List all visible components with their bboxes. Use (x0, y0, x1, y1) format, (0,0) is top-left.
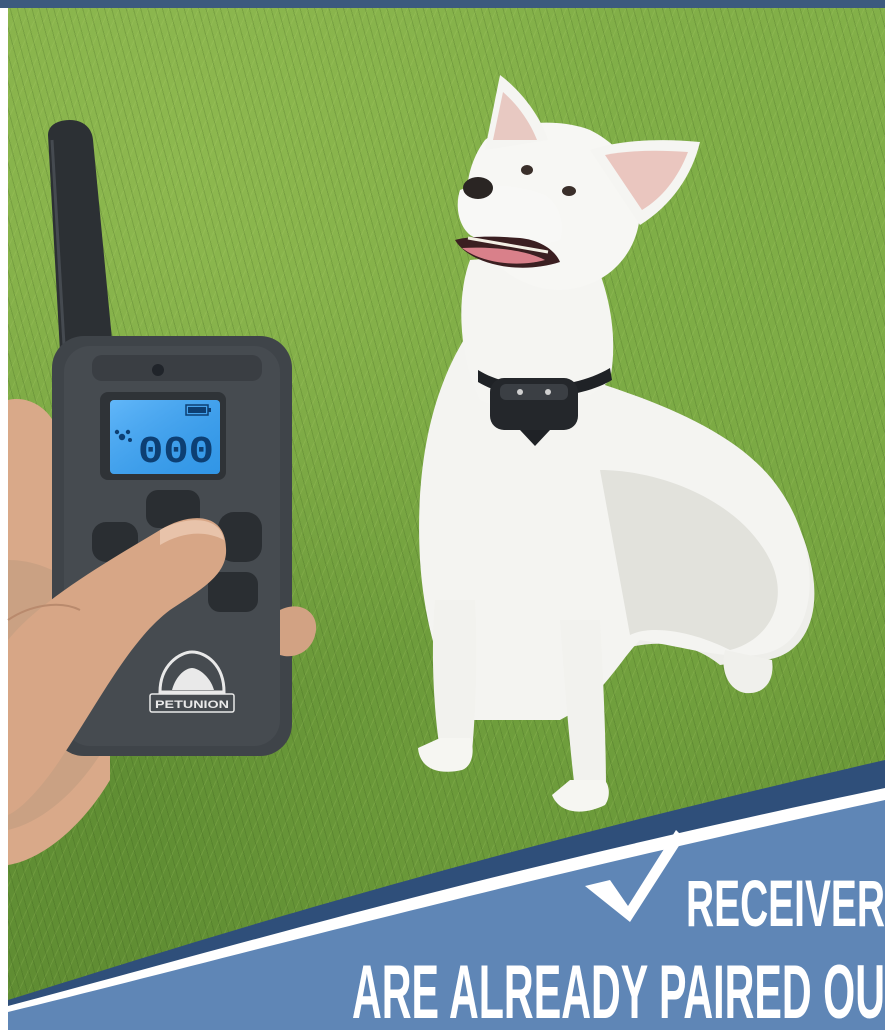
banner-line-2: ARE ALREADY PAIRED OU (352, 950, 885, 1030)
brand-label: PETUNION (155, 699, 229, 711)
banner: RECEIVER ARE ALREADY PAIRED OU (8, 760, 885, 1030)
lcd-readout: 000 (138, 431, 214, 474)
white-dog (418, 75, 815, 812)
product-photo: 000 PETUNION RECEIVER ARE ALREADY PAIRED… (0, 0, 885, 1030)
bottom-button[interactable] (208, 572, 258, 612)
banner-line-1: RECEIVER (686, 866, 885, 940)
scene-illustration: 000 PETUNION RECEIVER ARE ALREADY PAIRED… (7, 75, 885, 1030)
